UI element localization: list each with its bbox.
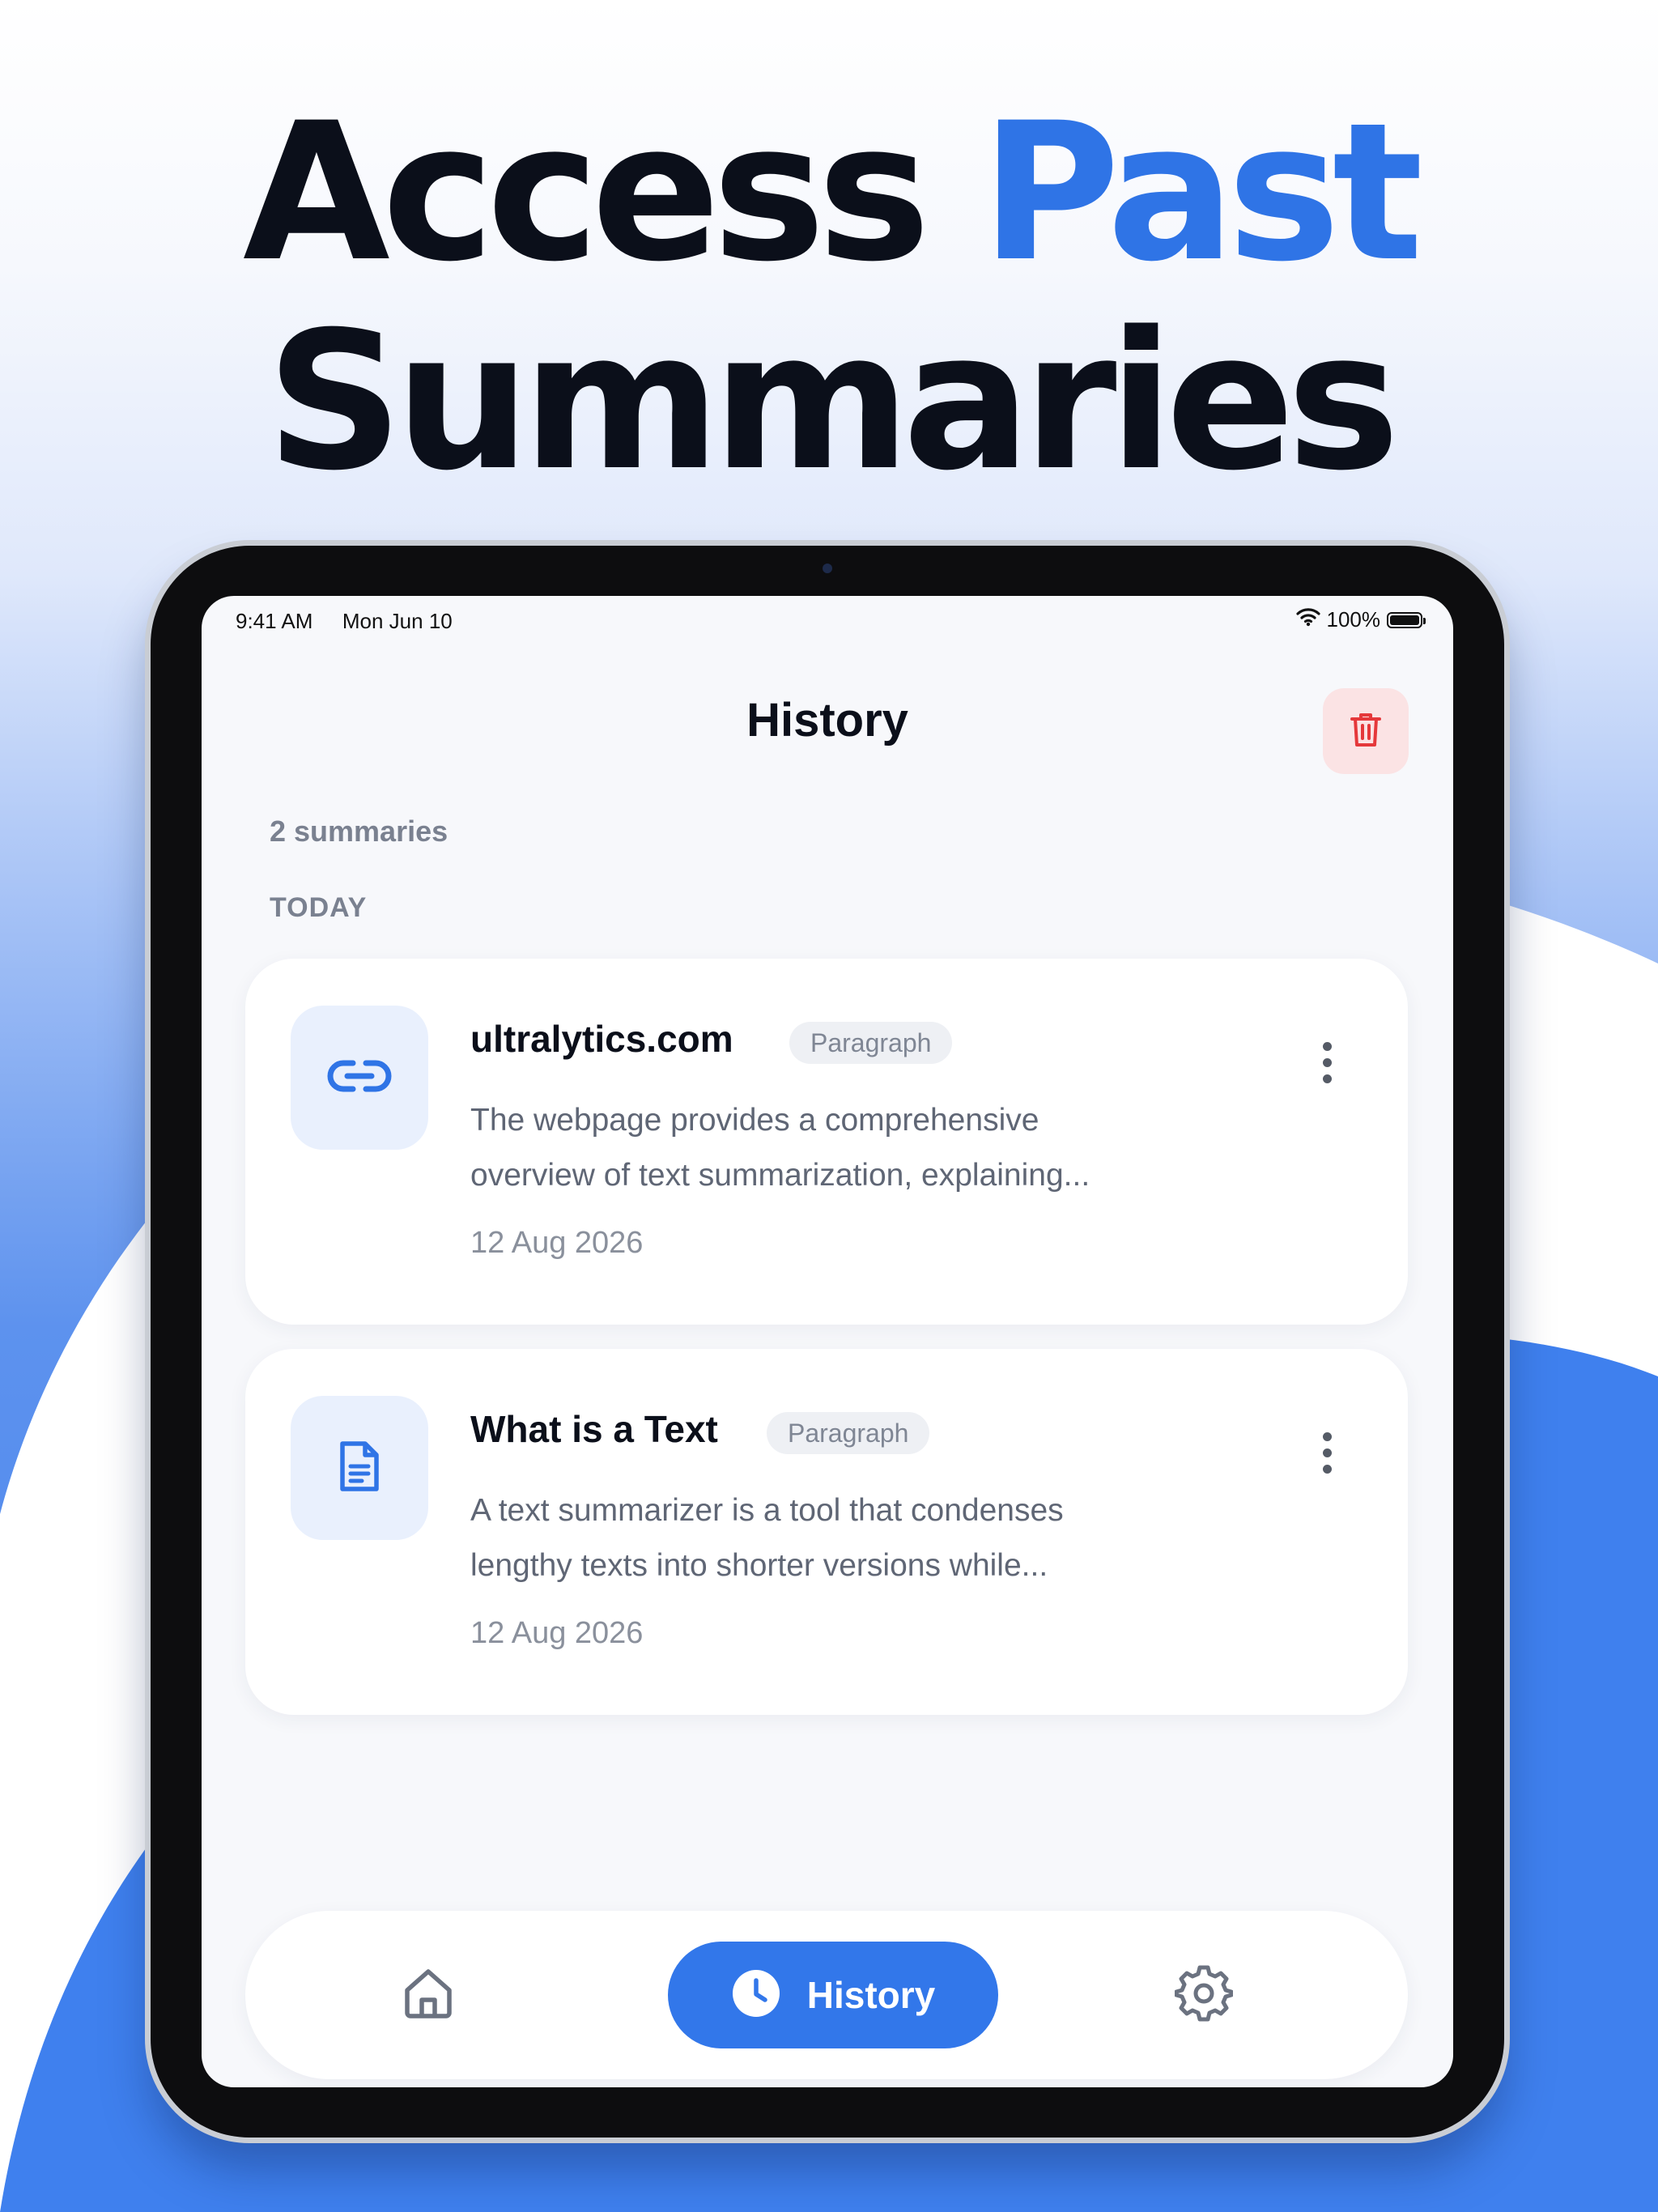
card-type-badge: Paragraph [789,1022,953,1064]
gear-icon [1174,1964,1234,2027]
nav-history-label: History [806,1974,936,2016]
page-title: History [746,694,908,747]
nav-history-button[interactable]: History [668,1942,998,2048]
more-options-button[interactable] [1306,1420,1348,1485]
more-vertical-icon [1322,1431,1332,1474]
summary-card[interactable]: ultralytics.com Paragraph The webpage pr… [245,959,1408,1325]
delete-all-button[interactable] [1323,688,1409,774]
wifi-icon [1295,607,1320,632]
status-date: Mon Jun 10 [342,609,453,633]
link-icon [327,1056,392,1100]
card-date: 12 Aug 2026 [470,1616,644,1650]
battery-icon [1387,611,1426,628]
nav-home-button[interactable] [396,1963,461,2027]
bottom-navigation: History [245,1911,1408,2079]
front-camera [823,564,832,573]
battery-percent: 100% [1326,607,1381,632]
document-icon [338,1439,381,1498]
summary-card[interactable]: What is a Text Paragraph A text summariz… [245,1349,1408,1715]
card-icon-container [291,1006,428,1150]
card-description: A text summarizer is a tool that condens… [470,1493,1064,1583]
section-label-today: TODAY [270,892,368,923]
headline-word-accent: Past [980,83,1423,304]
tablet-device: 9:41 AM Mon Jun 10 100% History 2 summar… [151,546,1504,2138]
status-time: 9:41 AM [236,609,313,633]
headline-line-2: Summaries [266,291,1401,513]
battery-level [1390,615,1419,625]
card-type-badge: Paragraph [767,1412,930,1454]
status-bar: 9:41 AM Mon Jun 10 100% [202,596,1453,644]
nav-settings-button[interactable] [1171,1963,1236,2027]
card-date: 12 Aug 2026 [470,1226,644,1260]
clock-icon [731,1968,781,2023]
more-options-button[interactable] [1306,1030,1348,1095]
headline-line-1: Access Past [0,89,1658,298]
more-vertical-icon [1322,1041,1332,1083]
summary-count: 2 summaries [270,815,449,848]
card-icon-container [291,1396,428,1540]
app-screen: 9:41 AM Mon Jun 10 100% History 2 summar… [202,596,1453,2087]
trash-icon [1348,710,1384,753]
home-icon [399,1964,457,2027]
card-description: The webpage provides a comprehensive ove… [470,1103,1090,1193]
status-time-date: 9:41 AM Mon Jun 10 [236,609,453,634]
card-title: What is a Text [470,1408,718,1450]
marketing-headline: Access Past Summaries [0,89,1658,507]
card-title: ultralytics.com [470,1018,733,1060]
status-indicators: 100% [1295,607,1426,632]
headline-word-dark: Access [242,83,931,304]
